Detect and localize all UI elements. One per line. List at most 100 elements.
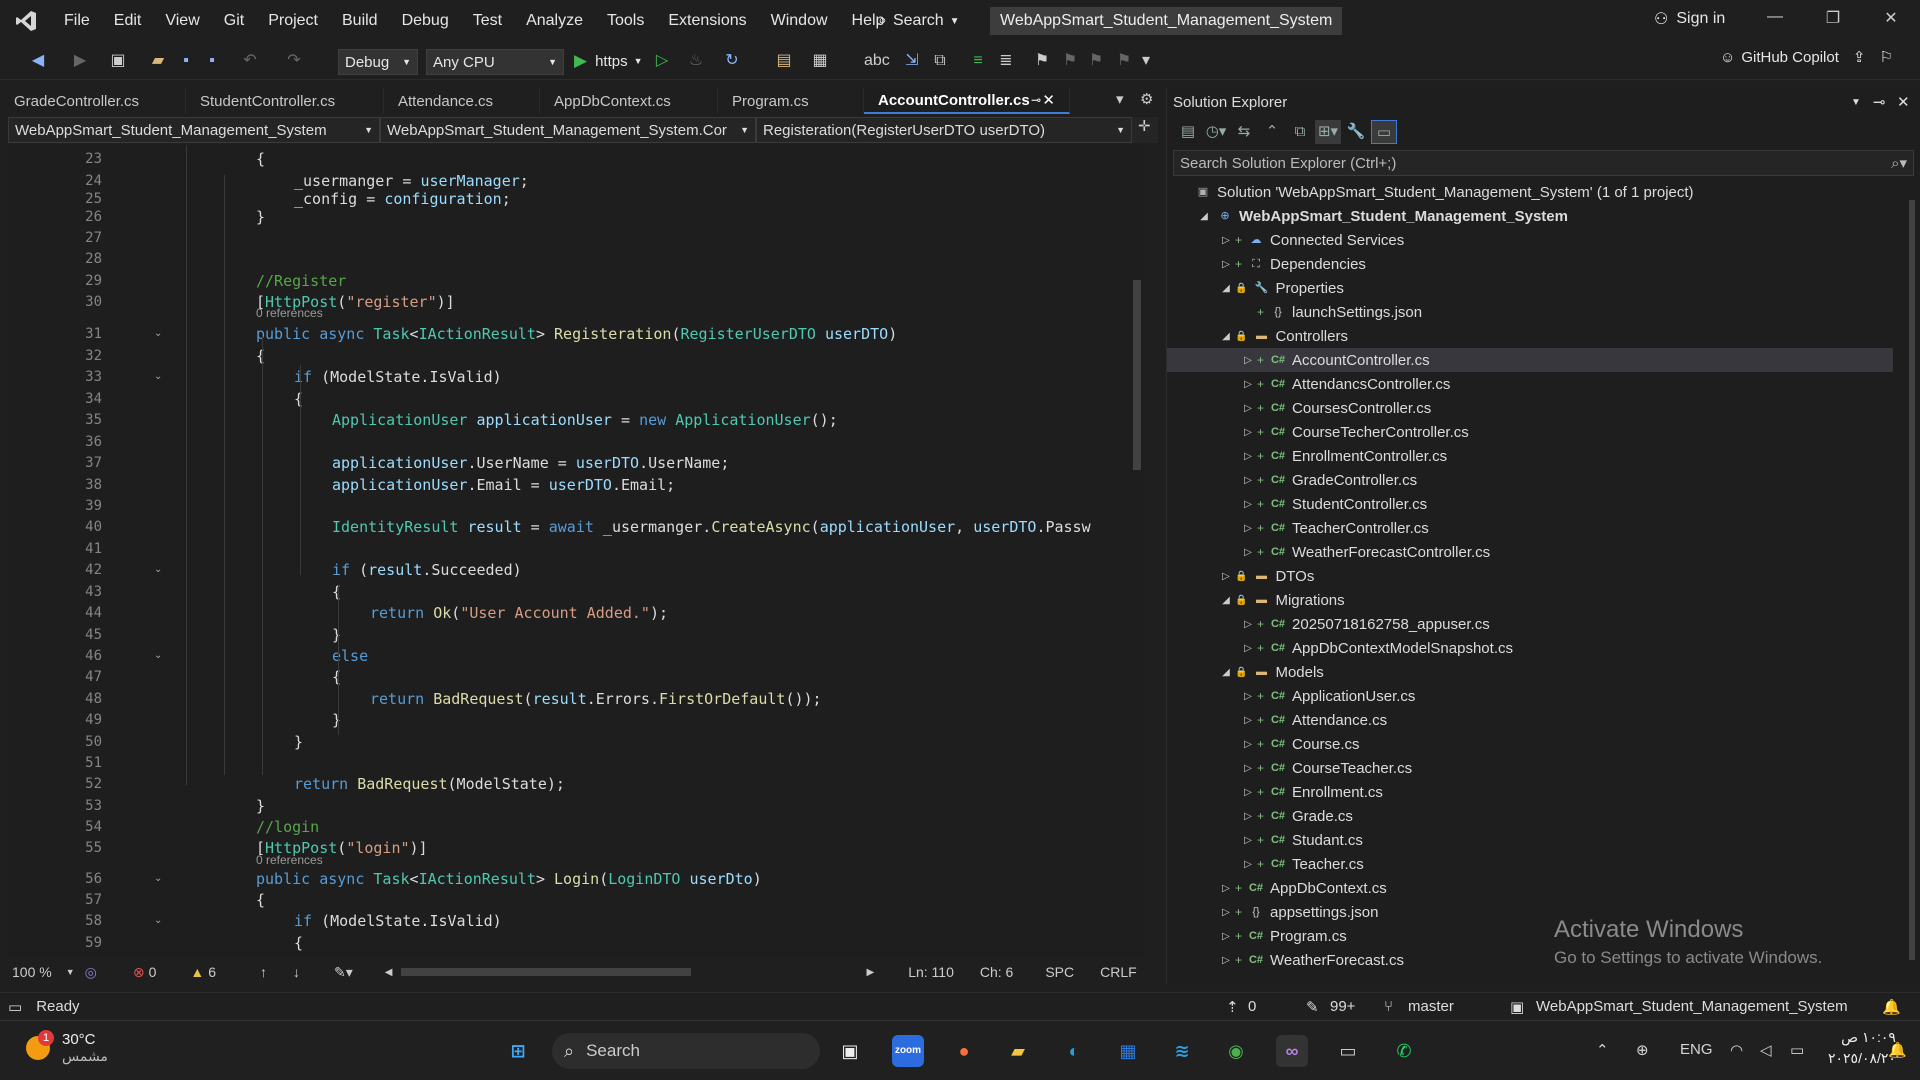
- vertical-scrollbar[interactable]: [1130, 145, 1144, 957]
- sql-server-icon[interactable]: ≋: [1166, 1035, 1198, 1067]
- tree-item[interactable]: ▷ + C# TeacherController.cs: [1167, 516, 1893, 540]
- wifi-icon[interactable]: ◠: [1730, 1041, 1743, 1059]
- code-line[interactable]: applicationUser.Email = userDTO.Email;: [332, 475, 675, 495]
- tree-item[interactable]: ▷ + C# AppDbContext.cs: [1167, 876, 1893, 900]
- tree-item[interactable]: ◢ ⊕ WebAppSmart_Student_Management_System: [1167, 204, 1893, 228]
- sync-icon[interactable]: ⇆: [1231, 120, 1257, 144]
- maximize-button[interactable]: ❐: [1810, 8, 1856, 34]
- collapsed-arrow-icon[interactable]: ▷: [1241, 427, 1255, 438]
- hscroll-right-icon[interactable]: ▶: [867, 967, 875, 978]
- code-line[interactable]: return BadRequest(ModelState);: [294, 774, 565, 794]
- code-line[interactable]: {: [256, 890, 265, 910]
- code-line[interactable]: if (ModelState.IsValid): [294, 367, 502, 387]
- start-without-debugging-icon[interactable]: ▷: [652, 51, 672, 71]
- pin-icon[interactable]: ⊸: [1031, 93, 1041, 107]
- expanded-arrow-icon[interactable]: ◢: [1197, 211, 1211, 222]
- browse-folder-icon[interactable]: ▤: [774, 51, 794, 71]
- code-line[interactable]: _usermanger = userManager;: [294, 171, 529, 191]
- menu-build[interactable]: Build: [330, 12, 390, 30]
- tree-item[interactable]: ▷ + C# WeatherForecastController.cs: [1167, 540, 1893, 564]
- code-line[interactable]: _config = configuration;: [294, 189, 511, 209]
- tree-item[interactable]: ▷ + C# CoursesController.cs: [1167, 396, 1893, 420]
- collapsed-arrow-icon[interactable]: ▷: [1219, 235, 1233, 246]
- code-line[interactable]: {: [294, 389, 303, 409]
- forward-icon[interactable]: ▶: [70, 51, 90, 71]
- gear-icon[interactable]: ⚙: [1140, 90, 1153, 108]
- new-project-icon[interactable]: ▣: [108, 51, 128, 71]
- tree-item[interactable]: ▷ + C# AttendancsController.cs: [1167, 372, 1893, 396]
- bookmark-icon[interactable]: ⚑: [1032, 51, 1052, 71]
- layout-icon[interactable]: ▦: [810, 51, 830, 71]
- branch-icon[interactable]: ⑂: [1384, 998, 1393, 1015]
- tree-item[interactable]: ▷ + C# Grade.cs: [1167, 804, 1893, 828]
- close-button[interactable]: ✕: [1868, 8, 1914, 34]
- back-icon[interactable]: ◀: [28, 51, 48, 71]
- member-dropdown[interactable]: Registeration(RegisterUserDTO userDTO) ▼: [756, 117, 1132, 143]
- pencil-icon[interactable]: ✎: [1306, 998, 1319, 1016]
- collapsed-arrow-icon[interactable]: ▷: [1219, 907, 1233, 918]
- tree-scrollbar[interactable]: [1905, 182, 1919, 978]
- feedback-icon[interactable]: ⚐: [1879, 48, 1892, 66]
- expanded-arrow-icon[interactable]: ◢: [1219, 667, 1233, 678]
- code-lens-references[interactable]: 0 references: [256, 306, 323, 320]
- start-button[interactable]: ⊞: [502, 1035, 534, 1067]
- show-all-files-icon[interactable]: ⧉: [1287, 120, 1313, 144]
- fold-toggle-icon[interactable]: ⌄: [154, 650, 162, 661]
- file-explorer-icon[interactable]: ▰: [1002, 1035, 1034, 1067]
- code-line[interactable]: applicationUser.UserName = userDTO.UserN…: [332, 453, 729, 473]
- switch-views-icon[interactable]: ▤: [1175, 120, 1201, 144]
- task-view-icon[interactable]: ▣: [834, 1035, 866, 1067]
- notifications-icon[interactable]: 🔔: [1882, 998, 1901, 1016]
- pin-icon[interactable]: ⊸: [1873, 93, 1886, 111]
- collapsed-arrow-icon[interactable]: ▷: [1241, 859, 1255, 870]
- expanded-arrow-icon[interactable]: ◢: [1219, 331, 1233, 342]
- tree-item[interactable]: ▷ + C# AccountController.cs: [1167, 348, 1893, 372]
- menu-extensions[interactable]: Extensions: [656, 12, 758, 30]
- tree-item[interactable]: ▷ + C# AppDbContextModelSnapshot.cs: [1167, 636, 1893, 660]
- platform-select[interactable]: Any CPU ▼: [426, 49, 564, 75]
- undo-icon[interactable]: ↶: [240, 51, 260, 71]
- menu-window[interactable]: Window: [759, 12, 840, 30]
- menu-git[interactable]: Git: [212, 12, 256, 30]
- code-line[interactable]: //login: [256, 817, 319, 837]
- battery-icon[interactable]: ▭: [1790, 1041, 1804, 1059]
- code-editor[interactable]: 23 24 25 26 27 28 29 30 31 32 33 34 35 36 37 38 39 40 41 42…: [8, 145, 1144, 957]
- close-icon[interactable]: ✕: [1897, 93, 1910, 111]
- code-line[interactable]: return BadRequest(result.Errors.FirstOrD…: [370, 689, 822, 709]
- collapsed-arrow-icon[interactable]: ▷: [1219, 883, 1233, 894]
- menu-file[interactable]: File: [52, 12, 102, 30]
- window-icon[interactable]: ⧉: [930, 51, 950, 71]
- code-area[interactable]: { _usermanger = userManager; _config = con…: [8, 145, 1128, 957]
- tree-item[interactable]: ▷ + C# GradeController.cs: [1167, 468, 1893, 492]
- output-icon[interactable]: ▭: [8, 998, 22, 1016]
- step-icon[interactable]: ⇲: [902, 51, 922, 71]
- code-line[interactable]: {: [256, 149, 265, 169]
- collapsed-arrow-icon[interactable]: ▷: [1241, 379, 1255, 390]
- repo-icon[interactable]: ▣: [1510, 998, 1524, 1016]
- code-line[interactable]: {: [332, 582, 341, 602]
- minimize-button[interactable]: —: [1752, 8, 1798, 34]
- uncomment-icon[interactable]: ≣: [996, 51, 1016, 71]
- firefox-icon[interactable]: ●: [948, 1035, 980, 1067]
- bookmark-clear-icon[interactable]: ⚑: [1114, 51, 1134, 71]
- tab-program[interactable]: Program.cs: [718, 88, 864, 114]
- split-icon[interactable]: ✛: [1138, 117, 1151, 143]
- project-dropdown[interactable]: WebAppSmart_Student_Management_System ▼: [8, 117, 380, 143]
- bookmark-next-icon[interactable]: ⚑: [1086, 51, 1106, 71]
- search-button[interactable]: ⌕ Search ▼: [878, 9, 960, 33]
- collapsed-arrow-icon[interactable]: ▷: [1241, 523, 1255, 534]
- tree-item[interactable]: ▣ Solution 'WebAppSmart_Student_Managemen…: [1167, 180, 1893, 204]
- open-folder-icon[interactable]: ▰: [148, 51, 168, 71]
- spellcheck-icon[interactable]: abc: [864, 51, 890, 71]
- collapsed-arrow-icon[interactable]: ▷: [1241, 355, 1255, 366]
- store-icon[interactable]: ▦: [1112, 1035, 1144, 1067]
- hot-reload-icon[interactable]: ♨: [686, 51, 706, 71]
- clock[interactable]: ١٠:٠٩ ص ٢٠٢٥/٠٨/٢٠: [1828, 1029, 1896, 1067]
- start-debugging-button[interactable]: ▶ https ▼: [574, 51, 643, 71]
- class-dropdown[interactable]: WebAppSmart_Student_Management_System.Co…: [380, 117, 756, 143]
- column-indicator[interactable]: Ch: 6: [980, 964, 1013, 980]
- terminal-icon[interactable]: ▭: [1332, 1035, 1364, 1067]
- fold-toggle-icon[interactable]: ⌄: [154, 873, 162, 884]
- menu-tools[interactable]: Tools: [595, 12, 656, 30]
- pending-count[interactable]: 0: [1248, 998, 1256, 1015]
